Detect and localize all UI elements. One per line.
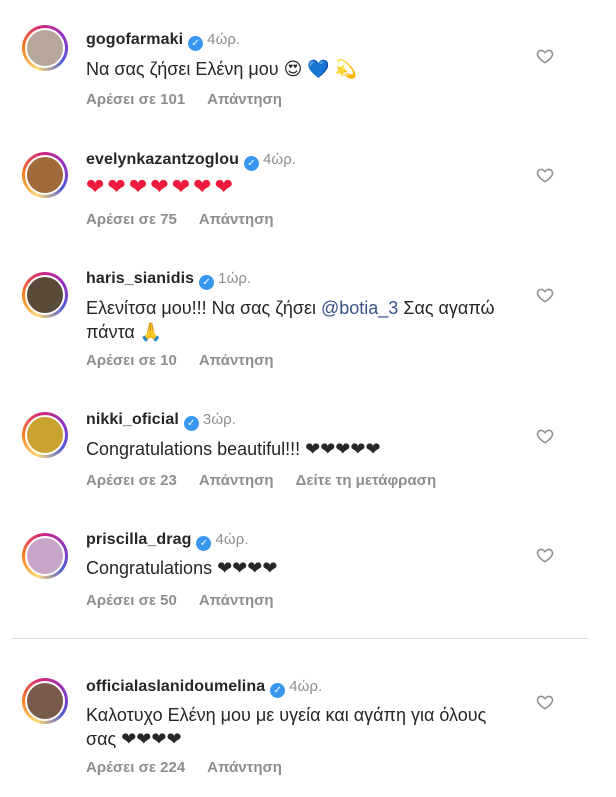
- comment-header: gogofarmaki ✓ 4ώρ.: [86, 31, 240, 51]
- verified-badge-icon: ✓: [243, 156, 259, 171]
- comment-actions: Αρέσει σε 23 Απάντηση Δείτε τη μετάφραση: [86, 472, 458, 489]
- reply-button[interactable]: Απάντηση: [199, 472, 274, 489]
- heart-outline-icon[interactable]: [536, 286, 554, 304]
- comment-header: priscilla_drag ✓ 4ώρ.: [86, 531, 249, 551]
- comment-text-part: Ελενίτσα μου!!! Να σας ζήσει: [86, 298, 321, 318]
- heart-outline-icon[interactable]: [536, 427, 554, 445]
- reply-button[interactable]: Απάντηση: [199, 211, 274, 228]
- comment-header: haris_sianidis ✓ 1ώρ.: [86, 270, 251, 290]
- comment-time: 3ώρ.: [202, 411, 237, 428]
- avatar[interactable]: [22, 25, 68, 71]
- verified-badge-icon: ✓: [188, 36, 204, 51]
- comment-text: Ελενίτσα μου!!! Να σας ζήσει @botia_3 Σα…: [86, 296, 506, 344]
- reply-button[interactable]: Απάντηση: [199, 592, 274, 609]
- reply-button[interactable]: Απάντηση: [199, 352, 274, 369]
- avatar[interactable]: [22, 152, 68, 198]
- likes-count[interactable]: Αρέσει σε 75: [86, 211, 177, 228]
- comment-actions: Αρέσει σε 75 Απάντηση: [86, 211, 296, 228]
- verified-badge-icon: ✓: [270, 683, 286, 698]
- avatar[interactable]: [22, 272, 68, 318]
- comment-actions: Αρέσει σε 224 Απάντηση: [86, 759, 304, 776]
- verified-badge-icon: ✓: [199, 275, 215, 290]
- username-link[interactable]: officialaslanidoumelina: [86, 678, 265, 695]
- comment-time: 4ώρ.: [207, 31, 241, 48]
- comment-actions: Αρέσει σε 10 Απάντηση: [86, 352, 296, 369]
- username-link[interactable]: gogofarmaki: [86, 31, 183, 48]
- reply-button[interactable]: Απάντηση: [207, 759, 282, 776]
- comment-text: Καλοτυχο Ελένη μου με υγεία και αγάπη γι…: [86, 705, 487, 749]
- comment-header: officialaslanidoumelina ✓ 4ώρ.: [86, 678, 322, 698]
- comment-header: evelynkazantzoglou ✓ 4ώρ.: [86, 151, 296, 171]
- username-link[interactable]: evelynkazantzoglou: [86, 151, 239, 168]
- comment-actions: Αρέσει σε 50 Απάντηση: [86, 592, 296, 609]
- comment-time: 4ώρ.: [262, 151, 297, 168]
- comment-time: 1ώρ.: [218, 270, 252, 287]
- reply-button[interactable]: Απάντηση: [207, 91, 282, 108]
- comment-text: ❤❤❤❤❤❤❤: [86, 175, 237, 200]
- comment-time: 4ώρ.: [289, 678, 323, 695]
- comment-text: Congratulations ❤❤❤❤: [86, 558, 278, 578]
- username-link[interactable]: nikki_oficial: [86, 411, 179, 428]
- likes-count[interactable]: Αρέσει σε 224: [86, 759, 185, 776]
- comment-header: nikki_oficial ✓ 3ώρ.: [86, 411, 236, 431]
- heart-outline-icon[interactable]: [536, 546, 554, 564]
- heart-outline-icon[interactable]: [536, 47, 554, 65]
- comment-text: Να σας ζήσει Ελένη μου 😍 💙 💫: [86, 59, 358, 79]
- verified-badge-icon: ✓: [196, 536, 212, 551]
- username-link[interactable]: haris_sianidis: [86, 270, 194, 287]
- likes-count[interactable]: Αρέσει σε 23: [86, 472, 177, 489]
- avatar[interactable]: [22, 533, 68, 579]
- section-divider: [12, 638, 588, 639]
- likes-count[interactable]: Αρέσει σε 50: [86, 592, 177, 609]
- heart-outline-icon[interactable]: [536, 693, 554, 711]
- likes-count[interactable]: Αρέσει σε 101: [86, 91, 185, 108]
- verified-badge-icon: ✓: [183, 416, 199, 431]
- comment-time: 4ώρ.: [215, 531, 249, 548]
- comment-actions: Αρέσει σε 101 Απάντηση: [86, 91, 304, 108]
- translate-link[interactable]: Δείτε τη μετάφραση: [296, 472, 437, 489]
- comment-text: Congratulations beautiful!!! ❤❤❤❤❤: [86, 439, 381, 459]
- username-link[interactable]: priscilla_drag: [86, 531, 191, 548]
- mention-link[interactable]: @botia_3: [321, 298, 398, 318]
- avatar[interactable]: [22, 412, 68, 458]
- likes-count[interactable]: Αρέσει σε 10: [86, 352, 177, 369]
- avatar[interactable]: [22, 678, 68, 724]
- heart-outline-icon[interactable]: [536, 166, 554, 184]
